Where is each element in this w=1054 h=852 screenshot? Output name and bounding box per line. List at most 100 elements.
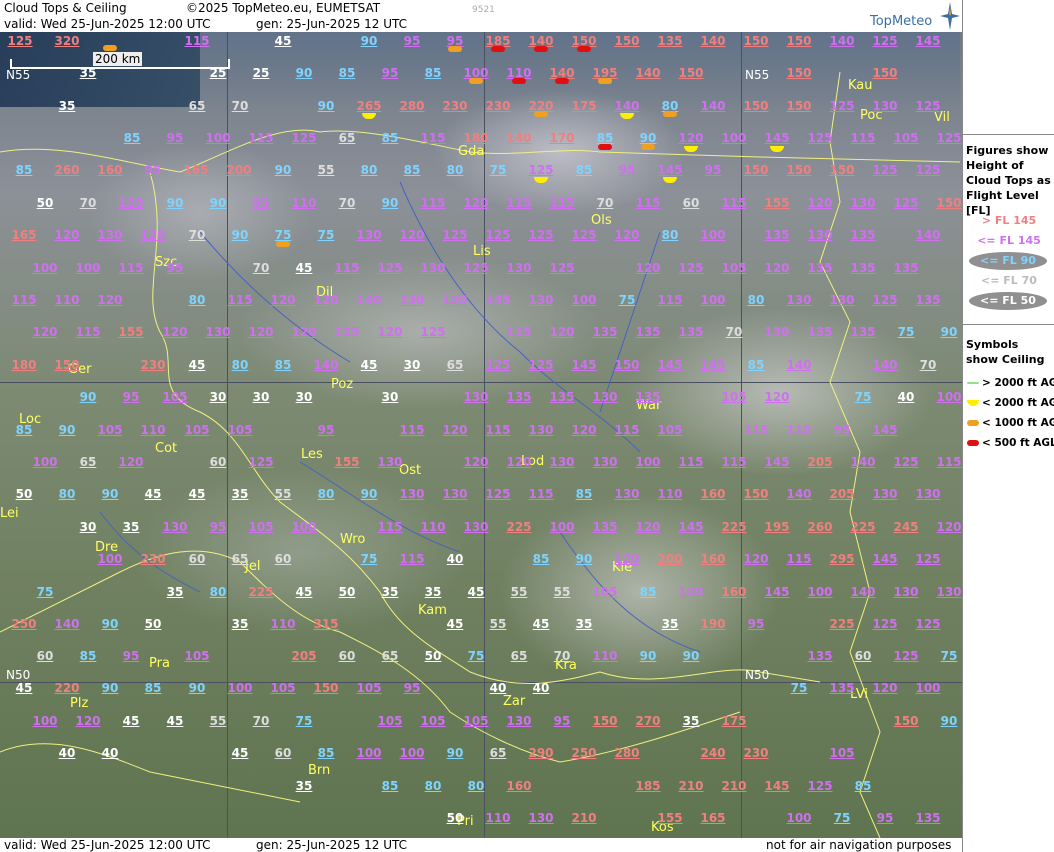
cloud-top-value: 105 (463, 714, 489, 728)
compass-star-icon (940, 2, 960, 30)
cloud-top-value: 130 (162, 520, 188, 534)
cloud-top-value: 130 (528, 293, 554, 307)
cloud-top-value: 130 (850, 196, 876, 210)
cloud-top-value: 95 (553, 714, 571, 728)
cloud-top-value: 175 (571, 99, 597, 113)
cloud-top-value: 35 (682, 714, 700, 728)
cloud-top-value: 125 (442, 228, 468, 242)
cloud-top-value: 130 (205, 325, 231, 339)
cloud-tops-map[interactable]: 200 km N55 N55 N50 N50 Kau Poc Vil Gda O… (0, 32, 962, 838)
cloud-top-value: 80 (467, 779, 485, 793)
cloud-top-value: 230 (442, 99, 468, 113)
cloud-top-value: 50 (446, 811, 464, 825)
cloud-top-value: 135 (807, 261, 833, 275)
city-label: Wro (340, 532, 366, 547)
cloud-top-value: 90 (639, 649, 657, 663)
cloud-top-value: 90 (79, 390, 97, 404)
cloud-top-value: 260 (807, 520, 833, 534)
cloud-top-value: 125 (915, 99, 941, 113)
city-label: Plz (70, 696, 89, 711)
cloud-top-value: 135 (592, 325, 618, 339)
cloud-top-value: 75 (618, 293, 636, 307)
cloud-top-value: 220 (54, 681, 80, 695)
cloud-top-value: 65 (79, 455, 97, 469)
cloud-top-value: 80 (231, 358, 249, 372)
cloud-top-value: 225 (829, 617, 855, 631)
cloud-top-value: 145 (872, 552, 898, 566)
cloud-top-value: 115 (485, 423, 511, 437)
topmeteo-logo[interactable]: TopMeteo (870, 14, 932, 29)
disclaimer: not for air navigation purposes (766, 838, 952, 852)
cloud-top-value: 30 (381, 390, 399, 404)
cloud-top-value: 50 (36, 196, 54, 210)
cloud-top-value: 145 (657, 163, 683, 177)
cloud-top-value: 90 (360, 487, 378, 501)
cloud-top-value: 125 (549, 261, 575, 275)
city-label: Lis (473, 244, 491, 259)
footer-generated: gen: 25-Jun-2025 12 UTC (256, 838, 408, 852)
cloud-top-value: 125 (528, 358, 554, 372)
cloud-top-value: 85 (854, 779, 872, 793)
city-label: Lei (0, 506, 19, 521)
city-label: Zar (503, 694, 526, 709)
cloud-top-value: 60 (854, 649, 872, 663)
cloud-top-value: 130 (463, 390, 489, 404)
cloud-top-value: 90 (575, 552, 593, 566)
cloud-top-value: 105 (657, 423, 683, 437)
cloud-top-value: 125 (528, 163, 554, 177)
cloud-top-value: 90 (682, 649, 700, 663)
cloud-top-value: 80 (424, 779, 442, 793)
cloud-top-value: 270 (635, 714, 661, 728)
cloud-top-value: 140 (506, 131, 532, 145)
cloud-top-value: 115 (420, 131, 446, 145)
cloud-top-value: 95 (747, 617, 765, 631)
cloud-top-value: 85 (596, 131, 614, 145)
legend-fl-low: <= FL 90 (969, 252, 1047, 270)
cloud-top-value: 45 (274, 34, 292, 48)
cloud-top-value: 150 (743, 99, 769, 113)
product-code: 9521 (472, 5, 495, 15)
cloud-top-value: 120 (872, 681, 898, 695)
cloud-top-value: 75 (489, 163, 507, 177)
cloud-top-value: 90 (295, 66, 313, 80)
cloud-top-value: 60 (338, 649, 356, 663)
cloud-top-value: 80 (747, 293, 765, 307)
cloud-top-value: 130 (592, 390, 618, 404)
cloud-top-value: 250 (571, 746, 597, 760)
cloud-top-value: 110 (270, 617, 296, 631)
cloud-top-value: 110 (485, 811, 511, 825)
cloud-top-value: 140 (635, 66, 661, 80)
cloud-top-value: 125 (893, 196, 919, 210)
figures-legend-title: Figures show Height of Cloud Tops as Fli… (966, 144, 1051, 217)
cloud-top-value: 125 (872, 34, 898, 48)
cloud-top-value: 65 (489, 746, 507, 760)
cloud-top-value: 125 (936, 131, 962, 145)
cloud-top-value: 45 (295, 261, 313, 275)
cloud-top-value: 130 (786, 293, 812, 307)
cloud-top-value: 80 (661, 228, 679, 242)
cloud-top-value: 50 (15, 487, 33, 501)
cloud-top-value: 90 (58, 423, 76, 437)
cloud-top-value: 45 (467, 585, 485, 599)
cloud-top-value: 45 (532, 617, 550, 631)
cloud-top-value: 135 (657, 34, 683, 48)
cloud-top-value: 150 (743, 34, 769, 48)
cloud-top-value: 100 (549, 520, 575, 534)
cloud-top-value: 55 (274, 487, 292, 501)
cloud-top-value: 70 (231, 99, 249, 113)
cloud-top-value: 85 (144, 681, 162, 695)
cloud-top-value: 145 (571, 358, 597, 372)
cloud-top-value: 45 (144, 487, 162, 501)
cloud-top-value: 135 (915, 293, 941, 307)
cloud-top-value: 155 (764, 196, 790, 210)
cloud-top-value: 150 (893, 714, 919, 728)
cloud-top-value: 120 (97, 293, 123, 307)
cloud-top-value: 125 (377, 261, 403, 275)
cloud-top-value: 210 (678, 779, 704, 793)
cloud-top-value: 120 (549, 325, 575, 339)
cloud-top-value: 100 (97, 552, 123, 566)
cloud-top-value: 100 (32, 714, 58, 728)
cloud-top-value: 45 (188, 487, 206, 501)
city-label: Brn (308, 763, 331, 778)
cloud-top-value: 190 (700, 617, 726, 631)
